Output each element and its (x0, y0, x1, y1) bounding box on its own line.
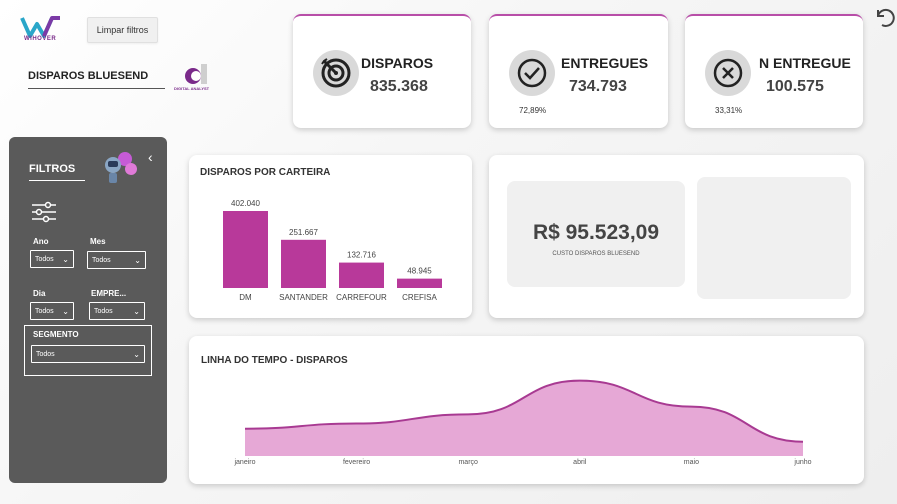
bar-category-label: CREFISA (402, 293, 437, 302)
sliders-icon (32, 201, 56, 223)
kpi-value: 100.575 (766, 78, 824, 95)
chevron-down-icon: ⌄ (62, 306, 69, 316)
area-chart-card: LINHA DO TEMPO - DISPAROS janeiro feverei… (189, 336, 864, 484)
logo-text: WIHOVER (24, 36, 57, 42)
filters-title: FILTROS (29, 163, 85, 181)
x-tick-label: abril (573, 459, 587, 466)
cost-box: R$ 95.523,09 CUSTO DISPAROS BLUESEND (507, 181, 685, 287)
x-circle-icon (705, 50, 751, 96)
area-chart: janeiro fevereiro março abril maio junho (233, 379, 812, 466)
dia-label: Dia (33, 289, 46, 298)
undo-icon[interactable] (873, 6, 895, 28)
x-tick-label: maio (684, 459, 699, 466)
kpi-card-n-entregue: N ENTREGUE 100.575 33,31% (685, 14, 863, 128)
ano-label: Ano (33, 237, 49, 246)
dia-select[interactable]: Todos ⌄ (30, 302, 74, 320)
mes-label: Mes (90, 237, 106, 246)
bar (223, 211, 268, 288)
empresa-select-value: Todos (94, 307, 113, 315)
mes-select-value: Todos (92, 256, 111, 264)
target-icon (313, 50, 359, 96)
cost-card: R$ 95.523,09 CUSTO DISPAROS BLUESEND (489, 155, 864, 318)
bar-chart-card: DISPAROS POR CARTEIRA 402.040 DM 251.667 SA… (189, 155, 472, 318)
empresa-label: EMPRE... (91, 289, 127, 298)
empty-placeholder (697, 177, 851, 299)
bar-chart: 402.040 DM 251.667 SANTANDER 132.716 CARREFOU… (223, 199, 442, 302)
segmento-select-value: Todos (36, 350, 55, 358)
kpi-card-disparos: DISPAROS 835.368 (293, 14, 471, 128)
x-tick-label: junho (793, 459, 811, 466)
robot-mascot-icon (105, 152, 137, 183)
kpi-label: ENTREGUES (561, 55, 649, 71)
kpi-value: 835.368 (370, 78, 428, 95)
cost-label: CUSTO DISPAROS BLUESEND (552, 251, 640, 257)
page-title: DISPAROS BLUESEND (28, 70, 165, 89)
x-tick-label: março (458, 459, 478, 466)
segmento-label: SEGMENTO (33, 330, 79, 339)
chevron-down-icon: ⌄ (62, 254, 69, 264)
ano-select-value: Todos (35, 255, 54, 263)
clear-filters-button[interactable]: Limpar filtros (87, 17, 158, 43)
bar-value-label: 251.667 (289, 228, 318, 237)
bar (397, 278, 442, 288)
bar (281, 239, 326, 288)
bar-category-label: CARREFOUR (336, 293, 387, 302)
x-tick-label: fevereiro (343, 459, 370, 466)
kpi-percent: 72,89% (519, 106, 547, 115)
bar-value-label: 402.040 (231, 199, 260, 208)
bar-category-label: SANTANDER (279, 293, 328, 302)
check-circle-icon (509, 50, 555, 96)
area-fill (245, 380, 803, 456)
bar-value-label: 48.945 (407, 267, 432, 276)
kpi-label: N ENTREGUE (759, 55, 851, 71)
bar-value-label: 132.716 (347, 251, 376, 260)
bar (339, 262, 384, 288)
collapse-chevron-icon[interactable]: ‹ (148, 149, 153, 165)
chevron-down-icon: ⌄ (133, 306, 140, 316)
kpi-card-entregues: ENTREGUES 734.793 72,89% (489, 14, 668, 128)
dia-select-value: Todos (35, 307, 54, 315)
kpi-label: DISPAROS (361, 55, 434, 71)
chevron-down-icon: ⌄ (134, 255, 141, 265)
filters-panel: FILTROS ‹ Ano Todos ⌄ Mes Todos ⌄ Dia To… (9, 137, 167, 483)
bar-category-label: DM (239, 293, 252, 302)
partner-logo-text: DIGITAL ANALYST (174, 86, 210, 91)
x-tick-label: janeiro (233, 459, 255, 466)
empresa-select[interactable]: Todos ⌄ (89, 302, 145, 320)
mes-select[interactable]: Todos ⌄ (87, 251, 146, 269)
ano-select[interactable]: Todos ⌄ (30, 250, 74, 268)
segmento-box: SEGMENTO Todos ⌄ (24, 325, 152, 376)
chevron-down-icon: ⌄ (133, 349, 140, 359)
cost-value: R$ 95.523,09 (532, 221, 660, 244)
kpi-percent: 33,31% (715, 106, 743, 115)
segmento-select[interactable]: Todos ⌄ (31, 345, 145, 363)
kpi-value: 734.793 (569, 78, 627, 95)
